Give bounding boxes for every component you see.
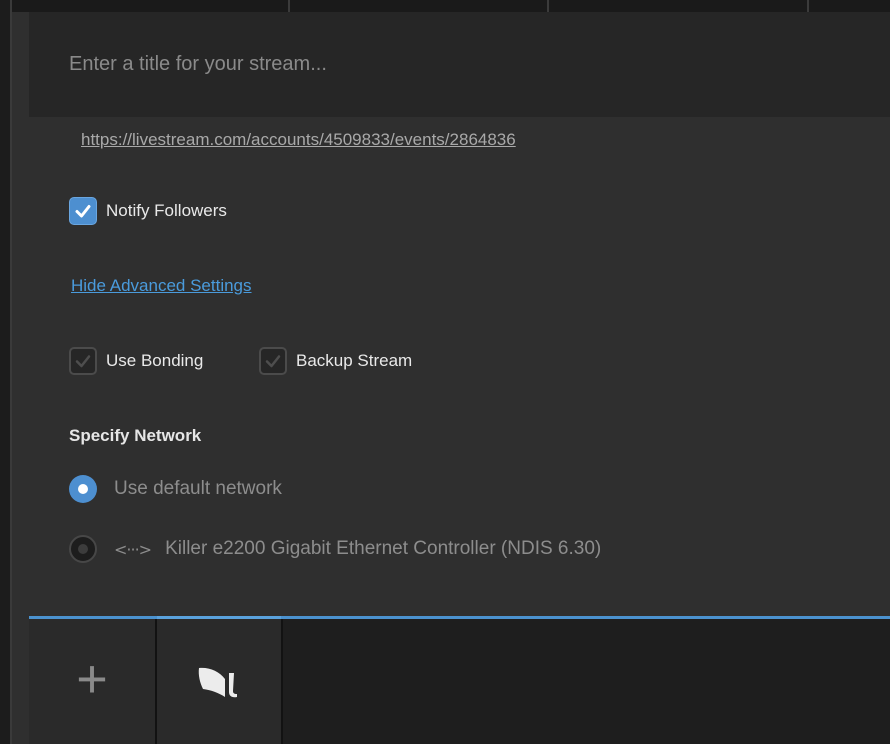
network-option-default[interactable]: Use default network	[69, 475, 282, 503]
checkbox-unchecked[interactable]	[259, 347, 287, 375]
livestream-destination-tab[interactable]	[157, 616, 281, 744]
stream-title-bar	[29, 12, 890, 117]
plus-icon: +	[76, 648, 108, 709]
specify-network-heading: Specify Network	[69, 426, 202, 445]
hide-advanced-settings-link[interactable]: Hide Advanced Settings	[71, 276, 252, 296]
notify-followers-label: Notify Followers	[106, 201, 227, 220]
stream-title-input[interactable]	[29, 12, 890, 117]
column-divider	[288, 0, 290, 12]
radio-selected[interactable]	[69, 475, 97, 503]
checkmark-icon	[75, 205, 91, 218]
add-destination-tab[interactable]: +	[29, 619, 155, 744]
ethernet-controller-label: Killer e2200 Gigabit Ethernet Controller…	[165, 538, 602, 559]
backup-stream-label: Backup Stream	[296, 351, 413, 370]
radio-unselected[interactable]	[69, 535, 97, 563]
destination-tab-bar: +	[29, 616, 890, 744]
use-bonding-label: Use Bonding	[106, 351, 204, 370]
notify-followers-checkbox[interactable]: Notify Followers	[69, 197, 227, 225]
stream-settings-panel: https://livestream.com/accounts/4509833/…	[12, 0, 890, 744]
default-network-label: Use default network	[114, 478, 282, 499]
column-divider	[547, 0, 549, 12]
event-url-link[interactable]: https://livestream.com/accounts/4509833/…	[81, 130, 516, 150]
checkmark-icon	[75, 355, 91, 368]
checkbox-checked[interactable]	[69, 197, 97, 225]
use-bonding-checkbox[interactable]: Use Bonding	[69, 347, 203, 375]
top-column-strip	[12, 0, 890, 12]
tab-separator	[281, 619, 283, 744]
left-rail	[0, 0, 10, 744]
checkmark-icon	[265, 355, 281, 368]
network-arrows-icon: <···>	[114, 539, 152, 559]
active-tab-indicator	[157, 616, 281, 619]
checkbox-unchecked[interactable]	[69, 347, 97, 375]
column-divider	[807, 0, 809, 12]
network-option-ethernet[interactable]: <···> Killer e2200 Gigabit Ethernet Cont…	[69, 535, 601, 563]
livestream-logo-icon	[198, 667, 237, 697]
backup-stream-checkbox[interactable]: Backup Stream	[259, 347, 412, 375]
